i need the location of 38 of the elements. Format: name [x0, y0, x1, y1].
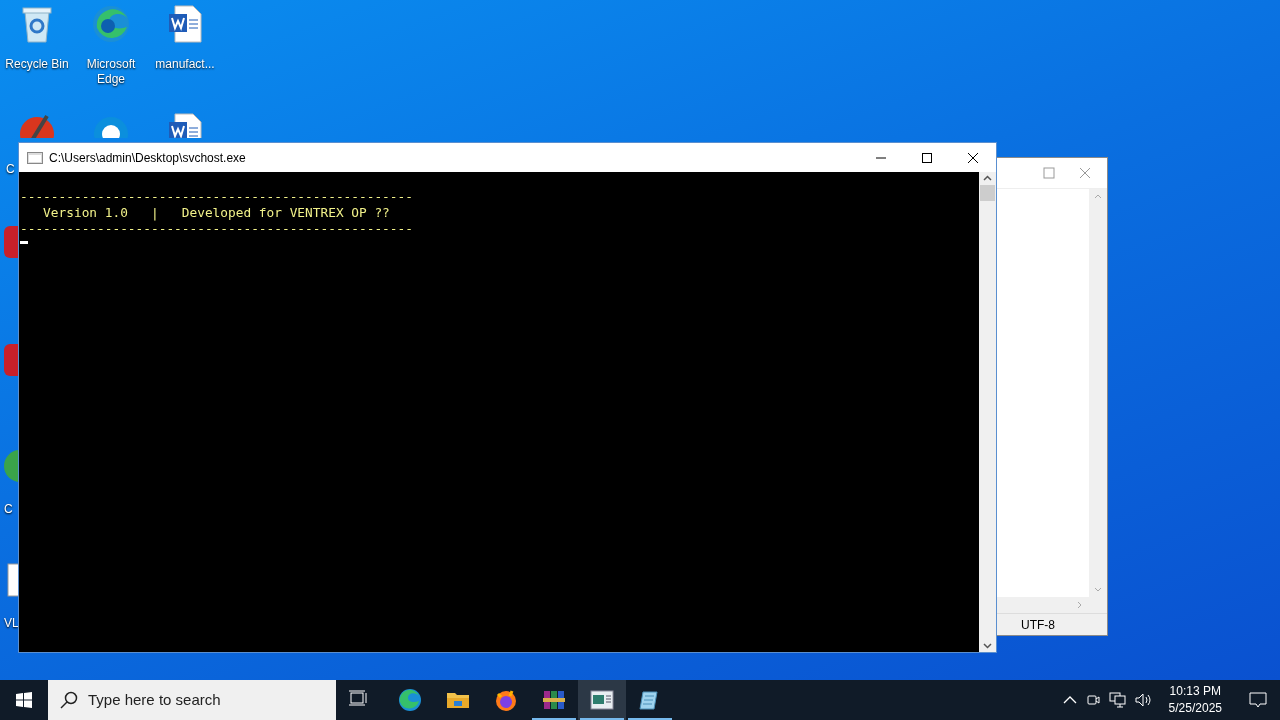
- network-icon: [1108, 692, 1127, 708]
- close-icon: [1079, 167, 1091, 179]
- search-bar[interactable]: Type here to search: [48, 680, 336, 720]
- taskbar-app-button[interactable]: [578, 680, 626, 720]
- scrollbar[interactable]: [979, 172, 996, 652]
- horizontal-scrollbar[interactable]: [997, 597, 1107, 613]
- icon-label[interactable]: manufact...: [148, 57, 222, 72]
- scrollbar[interactable]: [1089, 189, 1107, 597]
- console-line: ---------------------------------------------------: [20, 221, 414, 237]
- icon-label[interactable]: Recycle Bin: [0, 57, 74, 72]
- clock-date[interactable]: 5/25/2025: [1168, 700, 1222, 717]
- edge-icon[interactable]: [91, 4, 131, 44]
- encoding-status: UTF-8: [1021, 616, 1055, 634]
- scroll-thumb[interactable]: [980, 185, 995, 201]
- icon-label[interactable]: VL: [4, 616, 19, 631]
- console-icon: [27, 151, 43, 164]
- console-line: ---------------------------------------------------: [20, 189, 414, 205]
- windows-logo-icon: [16, 692, 32, 708]
- chevron-up-icon: [1062, 695, 1077, 705]
- icon-label[interactable]: Microsoft Edge: [74, 57, 148, 87]
- message-icon: [1249, 692, 1267, 708]
- archive-books-icon: [542, 688, 566, 712]
- console-line: Version 1.0 | Developed for VENTREX OP ??: [42, 205, 391, 221]
- clock-time[interactable]: 10:13 PM: [1169, 683, 1221, 700]
- icon-label[interactable]: C: [6, 162, 15, 177]
- camera-icon: [1084, 692, 1101, 708]
- close-icon: [968, 152, 978, 163]
- speaker-icon: [1134, 692, 1153, 708]
- search-icon: [60, 691, 78, 709]
- icon-label[interactable]: C: [4, 502, 13, 517]
- maximize-icon: [922, 152, 932, 163]
- search-input[interactable]: Type here to search: [88, 688, 336, 712]
- window-title: C:\Users\admin\Desktop\svchost.exe: [49, 149, 247, 167]
- firefox-icon: [494, 688, 518, 712]
- brush-app-icon[interactable]: [17, 112, 57, 138]
- console-window-icon: [590, 688, 614, 712]
- maximize-icon: [1043, 167, 1055, 179]
- edge-icon: [398, 688, 422, 712]
